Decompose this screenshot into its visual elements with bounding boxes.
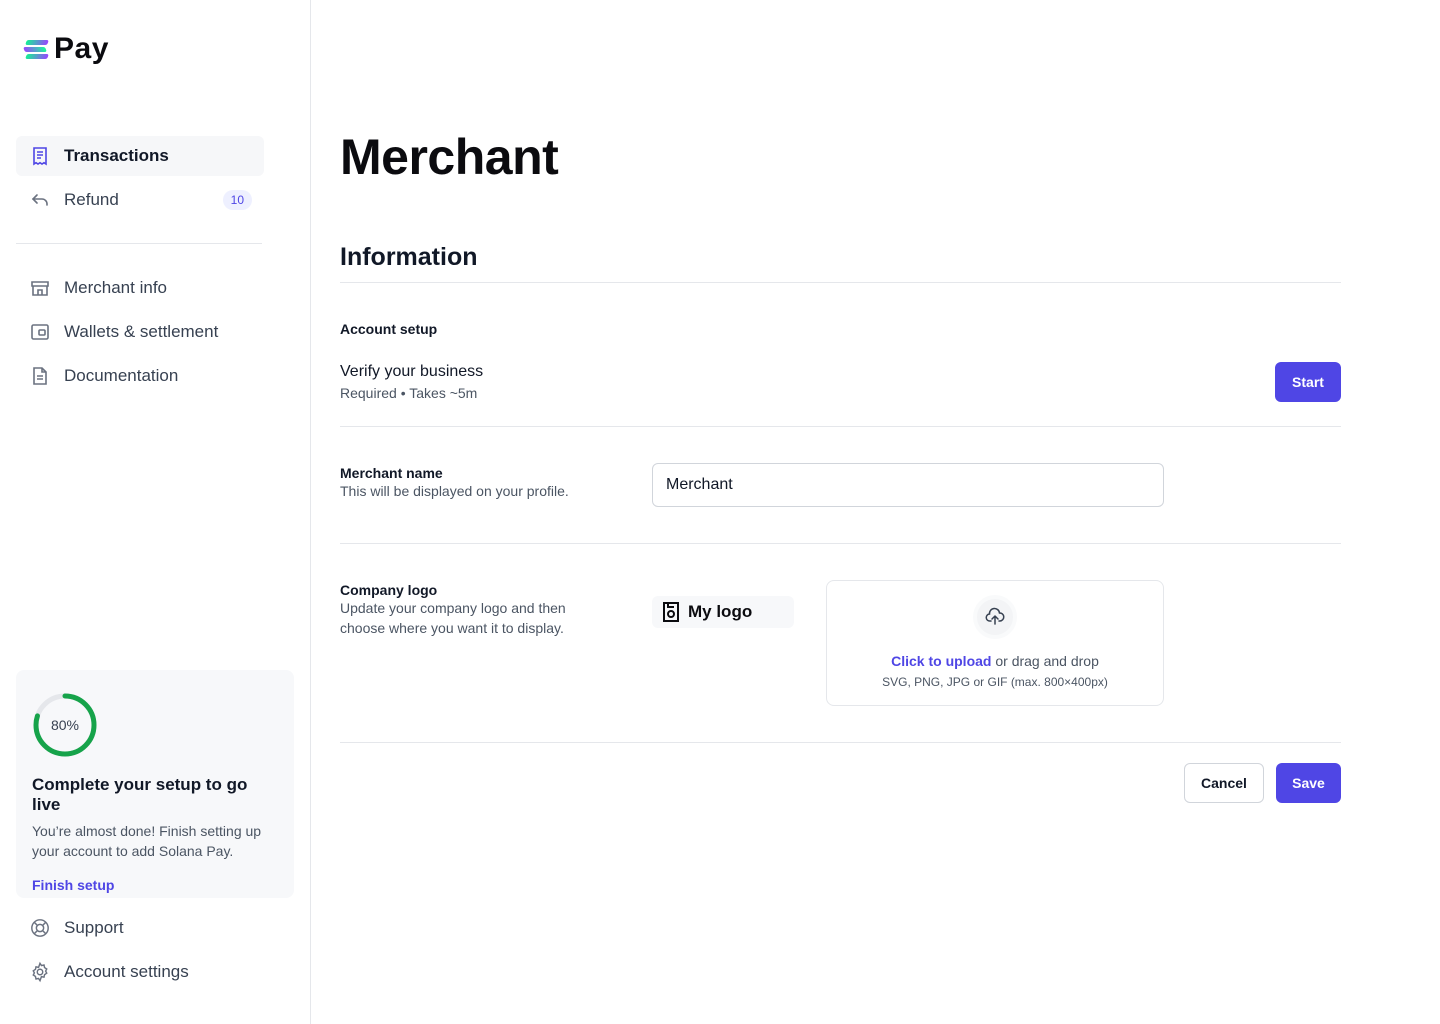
- primary-nav: Transactions Refund 10: [16, 136, 264, 224]
- sidebar-item-transactions[interactable]: Transactions: [16, 136, 264, 176]
- setup-description: You’re almost done! Finish setting up yo…: [32, 823, 262, 859]
- sidebar-item-documentation[interactable]: Documentation: [16, 356, 264, 396]
- logo-preview-icon: [663, 602, 679, 622]
- upload-instruction: Click to upload or drag and drop: [827, 653, 1163, 669]
- refund-count-badge: 10: [222, 190, 252, 210]
- finish-setup-link[interactable]: Finish setup: [32, 877, 114, 893]
- brand-name: Pay: [54, 32, 109, 65]
- upload-cloud-icon: [973, 595, 1017, 639]
- setup-progress-card: 80% Complete your setup to go live You’r…: [16, 670, 294, 898]
- upload-file-hint: SVG, PNG, JPG or GIF (max. 800×400px): [882, 675, 1108, 689]
- setup-title: Complete your setup to go live: [32, 775, 248, 814]
- section-title: Information: [340, 243, 478, 271]
- company-logo-description: Update your company logo and then choose…: [340, 600, 566, 636]
- nav-divider: [16, 243, 262, 244]
- logo-preview-text: My logo: [688, 602, 753, 621]
- undo-arrow-icon: [30, 190, 50, 210]
- sidebar-item-label: Wallets & settlement: [64, 322, 219, 341]
- company-logo-label: Company logo: [340, 582, 438, 598]
- setup-progress-ring: 80%: [32, 692, 98, 758]
- row-divider: [340, 742, 1341, 743]
- cancel-button[interactable]: Cancel: [1184, 763, 1264, 803]
- company-logo-label-block: Company logo Update your company logo an…: [340, 582, 610, 638]
- upload-instruction-rest: or drag and drop: [991, 653, 1099, 669]
- sidebar-item-label: Refund: [64, 190, 119, 209]
- sidebar-item-label: Merchant info: [64, 278, 167, 297]
- logo-preview: My logo: [652, 596, 794, 628]
- row-divider: [340, 426, 1341, 427]
- merchant-name-description: This will be displayed on your profile.: [340, 483, 569, 499]
- bottom-nav: Support Account settings: [16, 908, 264, 996]
- lifebuoy-icon: [30, 918, 50, 938]
- sidebar: Pay Transactions Refund 10 Merchant info: [0, 0, 311, 1024]
- account-setup-label: Account setup: [340, 321, 438, 337]
- sidebar-item-account-settings[interactable]: Account settings: [16, 952, 264, 992]
- wallet-icon: [30, 322, 50, 342]
- sidebar-item-label: Documentation: [64, 366, 179, 385]
- brand-logo[interactable]: Pay: [23, 32, 109, 65]
- merchant-name-label: Merchant name: [340, 465, 443, 481]
- gear-icon: [30, 961, 50, 983]
- receipt-icon: [30, 146, 50, 166]
- save-button[interactable]: Save: [1276, 763, 1341, 803]
- store-icon: [30, 278, 50, 298]
- verify-business-subtitle: Required • Takes ~5m: [340, 385, 478, 401]
- sidebar-item-wallets-settlement[interactable]: Wallets & settlement: [16, 312, 264, 352]
- sidebar-item-merchant-info[interactable]: Merchant info: [16, 268, 264, 308]
- section-divider: [340, 282, 1341, 283]
- row-divider: [340, 543, 1341, 544]
- page-title: Merchant: [340, 129, 559, 185]
- click-to-upload-link[interactable]: Click to upload: [891, 653, 991, 669]
- solana-logo-icon: [23, 37, 49, 61]
- start-button[interactable]: Start: [1275, 362, 1341, 402]
- verify-business-title: Verify your business: [340, 363, 484, 380]
- logo-upload-dropzone[interactable]: Click to upload or drag and drop SVG, PN…: [826, 580, 1164, 706]
- document-icon: [30, 366, 50, 386]
- sidebar-item-label: Transactions: [64, 146, 169, 165]
- secondary-nav: Merchant info Wallets & settlement Docum…: [16, 268, 264, 400]
- progress-percent: 80%: [50, 717, 80, 733]
- sidebar-item-label: Support: [64, 918, 124, 937]
- sidebar-item-refund[interactable]: Refund 10: [16, 180, 264, 220]
- sidebar-item-support[interactable]: Support: [16, 908, 264, 948]
- merchant-name-label-block: Merchant name This will be displayed on …: [340, 465, 569, 501]
- sidebar-item-label: Account settings: [64, 962, 189, 981]
- merchant-name-input[interactable]: [652, 463, 1164, 507]
